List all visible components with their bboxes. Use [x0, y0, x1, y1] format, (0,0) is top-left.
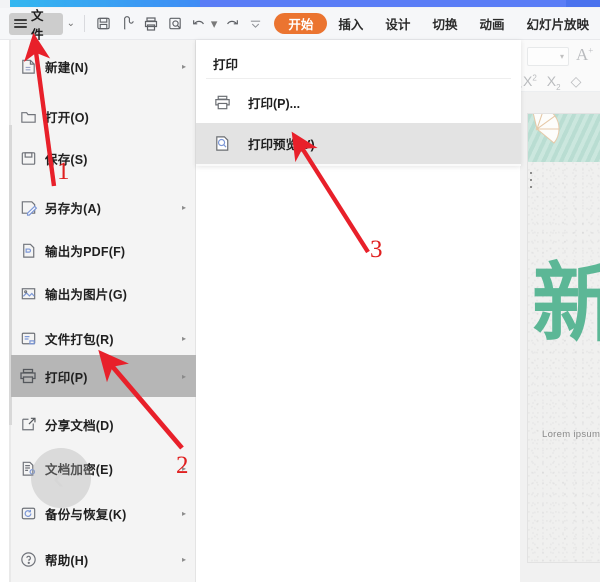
- file-backstage-menu: 新建(N) ▸ 打开(O) 保存(S) 另存为(A) ▸ 输出为PDF(F) 输…: [0, 40, 196, 582]
- printer-icon: [196, 93, 248, 112]
- subscript-sub: 2: [556, 82, 561, 92]
- submenu-item-print-preview[interactable]: 打印预览(V): [196, 123, 521, 164]
- menu-item-print[interactable]: 打印(P) ▸: [11, 355, 196, 397]
- ribbon-tabs: 开始 插入 设计 切换 动画 幻灯片放映: [274, 13, 600, 34]
- wps-presentation-window: ▾ A+ ⌄ X2 X2 ◇ 新 Lo: [0, 0, 600, 582]
- menu-item-export-image[interactable]: 输出为图片(G): [11, 272, 196, 314]
- backstage-back-button[interactable]: ‹: [31, 448, 91, 508]
- submenu-arrow-icon: ▸: [181, 61, 186, 71]
- save-icon[interactable]: [92, 12, 115, 35]
- file-menu-chevron-down-icon[interactable]: ⌄: [67, 18, 75, 29]
- print-submenu-panel: 打印 打印(P)... 打印预览(V): [196, 40, 521, 166]
- clear-format-icon[interactable]: ◇: [571, 73, 582, 92]
- back-chevron-icon: ‹: [52, 459, 65, 497]
- help-circle-icon: [11, 550, 45, 569]
- menu-item-file-package[interactable]: 文件打包(R) ▸: [11, 317, 196, 359]
- menu-item-new[interactable]: 新建(N) ▸: [11, 45, 196, 87]
- menu-item-label: 另存为(A): [45, 201, 102, 216]
- undo-dropdown-icon[interactable]: ▾: [211, 16, 218, 32]
- print-preview-icon[interactable]: [164, 12, 187, 35]
- tab-transition[interactable]: 切换: [421, 14, 468, 33]
- menu-item-help[interactable]: 帮助(H) ▸: [11, 538, 196, 580]
- slide-thumbnail[interactable]: 新 Lorem ipsum: [528, 114, 600, 562]
- printer-icon: [11, 366, 45, 386]
- backstage-left-gutter: [0, 40, 9, 582]
- superscript-button[interactable]: X2: [523, 73, 537, 92]
- slide-decor-band: [528, 114, 600, 162]
- customize-qat-icon[interactable]: [244, 12, 267, 35]
- redo-icon[interactable]: [220, 12, 243, 35]
- submenu-bottom-edge: [196, 164, 521, 166]
- tab-insert[interactable]: 插入: [327, 14, 374, 33]
- menu-item-label: 新建(N): [45, 60, 89, 75]
- menu-item-label: 文件打包(R): [45, 332, 114, 347]
- print-icon[interactable]: [140, 12, 163, 35]
- tab-design[interactable]: 设计: [374, 14, 421, 33]
- submenu-arrow-icon: ▸: [181, 371, 186, 381]
- submenu-arrow-icon: ▸: [181, 554, 186, 564]
- tab-start[interactable]: 开始: [274, 13, 328, 34]
- submenu-title: 打印: [213, 58, 239, 72]
- menu-item-open[interactable]: 打开(O): [11, 95, 196, 137]
- menu-item-save[interactable]: 保存(S): [11, 137, 196, 179]
- open-folder-icon: [11, 107, 45, 126]
- slide-resize-handle[interactable]: [528, 169, 533, 191]
- submenu-item-label: 打印(P)...: [248, 97, 301, 111]
- tab-animation[interactable]: 动画: [468, 14, 515, 33]
- toolbar-divider: [83, 15, 85, 32]
- menu-item-label: 分享文档(D): [45, 418, 114, 433]
- submenu-arrow-icon: ▸: [181, 508, 186, 518]
- menu-item-label: 输出为PDF(F): [45, 244, 126, 259]
- export-pdf-icon: [11, 241, 45, 260]
- print-direct-icon[interactable]: [116, 12, 139, 35]
- new-document-icon: [11, 57, 45, 76]
- share-document-icon: [11, 415, 45, 434]
- hamburger-icon: [14, 19, 27, 28]
- backup-restore-icon: [11, 504, 45, 523]
- submenu-item-label: 打印预览(V): [248, 138, 315, 152]
- tab-strip-right-blue: [566, 0, 600, 7]
- annotation-number-1: 1: [57, 158, 70, 185]
- increase-font-sup: +: [588, 45, 594, 56]
- undo-icon[interactable]: [188, 12, 211, 35]
- save-floppy-icon: [11, 149, 45, 168]
- annotation-number-3: 3: [370, 236, 383, 263]
- save-as-icon: [11, 198, 45, 217]
- chevron-down-icon: ▾: [559, 52, 564, 61]
- fan-flower-icon: [532, 114, 560, 144]
- submenu-arrow-icon: ▸: [181, 333, 186, 343]
- export-image-icon: [11, 284, 45, 303]
- slide-body-text: Lorem ipsum: [542, 429, 600, 440]
- menu-item-save-as[interactable]: 另存为(A) ▸: [11, 186, 196, 228]
- menu-item-label: 输出为图片(G): [45, 287, 128, 302]
- tab-slideshow[interactable]: 幻灯片放映: [515, 14, 600, 33]
- menu-item-label: 帮助(H): [45, 553, 89, 568]
- quick-access-toolbar: 文件 ⌄ ▾ 开始 插入 设计 切换 动画 幻灯片放映: [0, 8, 600, 42]
- font-size-input[interactable]: ▾: [527, 47, 569, 66]
- slide-title-text: 新: [532, 254, 600, 354]
- increase-font-size-button[interactable]: A+: [576, 45, 593, 65]
- submenu-divider: [206, 78, 511, 79]
- superscript-sup: 2: [532, 73, 537, 83]
- submenu-item-print[interactable]: 打印(P)...: [196, 82, 521, 123]
- menu-item-label: 打印(P): [45, 370, 88, 385]
- file-menu-button[interactable]: 文件: [9, 9, 63, 42]
- file-package-icon: [11, 329, 45, 348]
- slide-canvas-area: 新 Lorem ipsum: [520, 92, 600, 582]
- menu-item-share-document[interactable]: 分享文档(D): [11, 403, 196, 445]
- annotation-number-2: 2: [176, 452, 189, 479]
- menu-item-export-pdf[interactable]: 输出为PDF(F): [11, 229, 196, 271]
- print-preview-icon: [196, 134, 248, 153]
- subscript-button[interactable]: X2: [547, 73, 561, 92]
- title-tab-strip: [0, 0, 600, 8]
- menu-item-label: 打开(O): [45, 110, 90, 125]
- file-menu-label: 文件: [31, 8, 44, 42]
- tab-strip-blue: [200, 0, 600, 7]
- submenu-arrow-icon: ▸: [181, 202, 186, 212]
